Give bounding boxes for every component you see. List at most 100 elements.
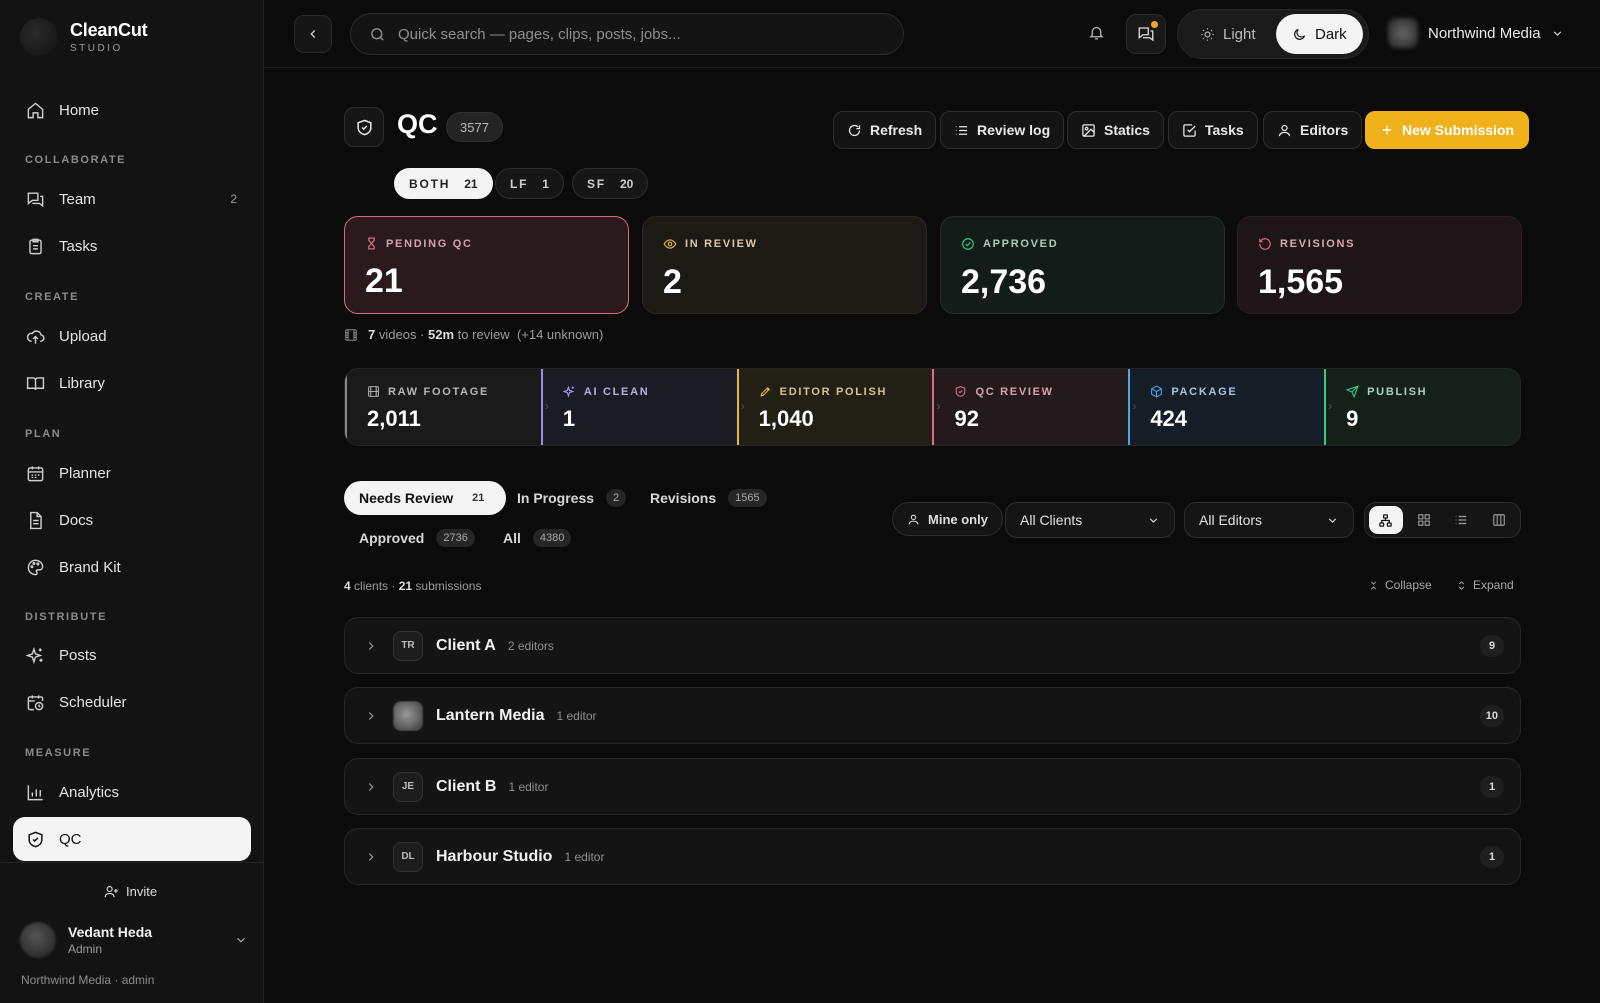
- search-input[interactable]: [398, 25, 878, 43]
- pipeline-stage-ai-clean[interactable]: AI CLEAN 1 ›: [540, 369, 745, 445]
- tab-count: 2736: [436, 529, 475, 547]
- sidebar-item-label: Library: [59, 374, 105, 392]
- status-card-pending[interactable]: PENDING QC 21: [344, 216, 629, 314]
- columns-icon: [1493, 514, 1505, 526]
- sidebar-item-label: Posts: [59, 646, 97, 664]
- user-plus-icon: [104, 885, 118, 898]
- pipeline-stage-editor-polish[interactable]: EDITOR POLISH 1,040 ›: [736, 369, 940, 445]
- theme-light-button[interactable]: Light: [1184, 14, 1272, 54]
- submissions-count: 21: [398, 579, 413, 593]
- view-columns-button[interactable]: [1482, 506, 1516, 534]
- chevron-down-icon: [1553, 30, 1561, 36]
- sidebar-item-label: Tasks: [59, 237, 98, 255]
- invite-button[interactable]: Invite: [104, 884, 157, 899]
- status-card-in-review[interactable]: IN REVIEW 2: [642, 216, 927, 314]
- mine-only-label: Mine only: [928, 511, 988, 527]
- sidebar-item-brand-kit[interactable]: Brand Kit: [13, 545, 251, 589]
- collapse-icon: [1370, 581, 1377, 589]
- format-pill-both[interactable]: BOTH 21: [394, 168, 493, 199]
- view-list-button[interactable]: [1445, 506, 1479, 534]
- tasks-button[interactable]: Tasks: [1168, 111, 1258, 149]
- pipeline-stage-qc-review[interactable]: QC REVIEW 92 ›: [932, 369, 1136, 445]
- sidebar-item-qc[interactable]: QC: [13, 817, 251, 861]
- sidebar-item-label: Brand Kit: [59, 558, 121, 576]
- status-card-approved[interactable]: APPROVED 2,736: [940, 216, 1225, 314]
- tab-count: 2: [606, 489, 627, 507]
- client-row[interactable]: Lantern Media 1 editor 10: [344, 687, 1521, 744]
- user-menu[interactable]: Vedant Heda Admin: [20, 922, 248, 958]
- sidebar-item-posts[interactable]: Posts: [13, 633, 251, 677]
- client-row[interactable]: DL Harbour Studio 1 editor 1: [344, 828, 1521, 885]
- client-avatar: JE: [393, 771, 423, 802]
- theme-dark-button[interactable]: Dark: [1276, 14, 1363, 54]
- nav-section-plan: PLAN: [25, 428, 62, 440]
- org-avatar: [1388, 18, 1418, 48]
- format-count: 21: [464, 176, 478, 191]
- chevron-right-icon: ›: [544, 399, 549, 413]
- clients-select[interactable]: All Clients: [1005, 502, 1175, 538]
- stage-value: 1,040: [758, 406, 814, 431]
- sidebar-item-tasks[interactable]: Tasks: [13, 224, 251, 268]
- calendar-clock-icon: [27, 694, 44, 710]
- palette-icon: [27, 559, 44, 575]
- sidebar-item-label: Upload: [59, 327, 107, 345]
- review-log-label: Review log: [977, 122, 1051, 138]
- tab-revisions[interactable]: Revisions 1565: [635, 481, 782, 515]
- status-label: PENDING QC: [386, 237, 473, 250]
- org-switcher[interactable]: Northwind Media: [1388, 18, 1564, 48]
- shield-check-icon: [356, 119, 372, 135]
- pipeline-stage-publish[interactable]: PUBLISH 9: [1324, 369, 1520, 445]
- view-grid-button[interactable]: [1407, 506, 1441, 534]
- page-icon: [344, 107, 384, 147]
- chevron-right-icon: ›: [936, 399, 941, 413]
- send-icon: [1346, 385, 1359, 398]
- client-row[interactable]: JE Client B 1 editor 1: [344, 758, 1521, 815]
- view-tree-button[interactable]: [1369, 506, 1403, 534]
- mine-only-toggle[interactable]: Mine only: [892, 502, 1003, 536]
- collapse-sidebar-button[interactable]: [294, 15, 332, 53]
- sidebar-item-planner[interactable]: Planner: [13, 451, 251, 495]
- sidebar-item-team[interactable]: Team 2: [13, 177, 251, 221]
- sidebar-item-upload[interactable]: Upload: [13, 314, 251, 358]
- sidebar-item-scheduler[interactable]: Scheduler: [13, 680, 251, 724]
- review-log-button[interactable]: Review log: [940, 111, 1065, 149]
- sidebar-item-analytics[interactable]: Analytics: [13, 770, 251, 814]
- status-card-revisions[interactable]: REVISIONS 1,565: [1237, 216, 1522, 314]
- editors-select[interactable]: All Editors: [1184, 502, 1354, 538]
- check-circle-icon: [962, 238, 974, 250]
- format-pill-sf[interactable]: SF 20: [572, 168, 649, 199]
- sidebar-item-docs[interactable]: Docs: [13, 498, 251, 542]
- chevron-down-icon: [237, 937, 245, 943]
- shield-check-icon: [956, 386, 966, 397]
- collapse-all-button[interactable]: Collapse: [1368, 578, 1432, 592]
- sidebar-item-library[interactable]: Library: [13, 361, 251, 405]
- film-icon: [345, 328, 357, 341]
- sidebar-item-label: QC: [59, 830, 82, 848]
- editors-button[interactable]: Editors: [1263, 111, 1363, 149]
- brand[interactable]: CleanCut STUDIO: [20, 18, 148, 56]
- refresh-button[interactable]: Refresh: [833, 111, 937, 149]
- search-bar[interactable]: [350, 13, 904, 55]
- stage-value: 424: [1150, 406, 1188, 431]
- messages-button[interactable]: [1126, 14, 1166, 54]
- client-name: Harbour Studio: [436, 847, 553, 865]
- pipeline-stage-raw-footage[interactable]: RAW FOOTAGE 2,011 ›: [345, 369, 549, 445]
- tab-needs-review[interactable]: Needs Review 21: [344, 481, 507, 515]
- topbar: Light Dark Northwind Media: [264, 0, 1600, 68]
- new-submission-button[interactable]: New Submission: [1365, 111, 1530, 149]
- pencil-icon: [760, 386, 770, 397]
- client-avatar: TR: [393, 630, 423, 661]
- statics-button[interactable]: Statics: [1067, 111, 1164, 149]
- tab-approved[interactable]: Approved 2736: [344, 521, 490, 555]
- pipeline-stage-package[interactable]: PACKAGE 424 ›: [1128, 369, 1332, 445]
- client-row[interactable]: TR Client A 2 editors 9: [344, 617, 1521, 674]
- sidebar-item-label: Planner: [59, 464, 111, 482]
- format-pill-lf[interactable]: LF 1: [495, 168, 564, 199]
- brand-logo: [20, 18, 58, 56]
- expand-all-button[interactable]: Expand: [1456, 578, 1514, 592]
- tab-all[interactable]: All 4380: [488, 521, 586, 555]
- notifications-button[interactable]: [1088, 24, 1105, 41]
- status-label: REVISIONS: [1280, 238, 1356, 250]
- sidebar-item-home[interactable]: Home: [13, 88, 251, 132]
- tab-in-progress[interactable]: In Progress 2: [502, 481, 641, 515]
